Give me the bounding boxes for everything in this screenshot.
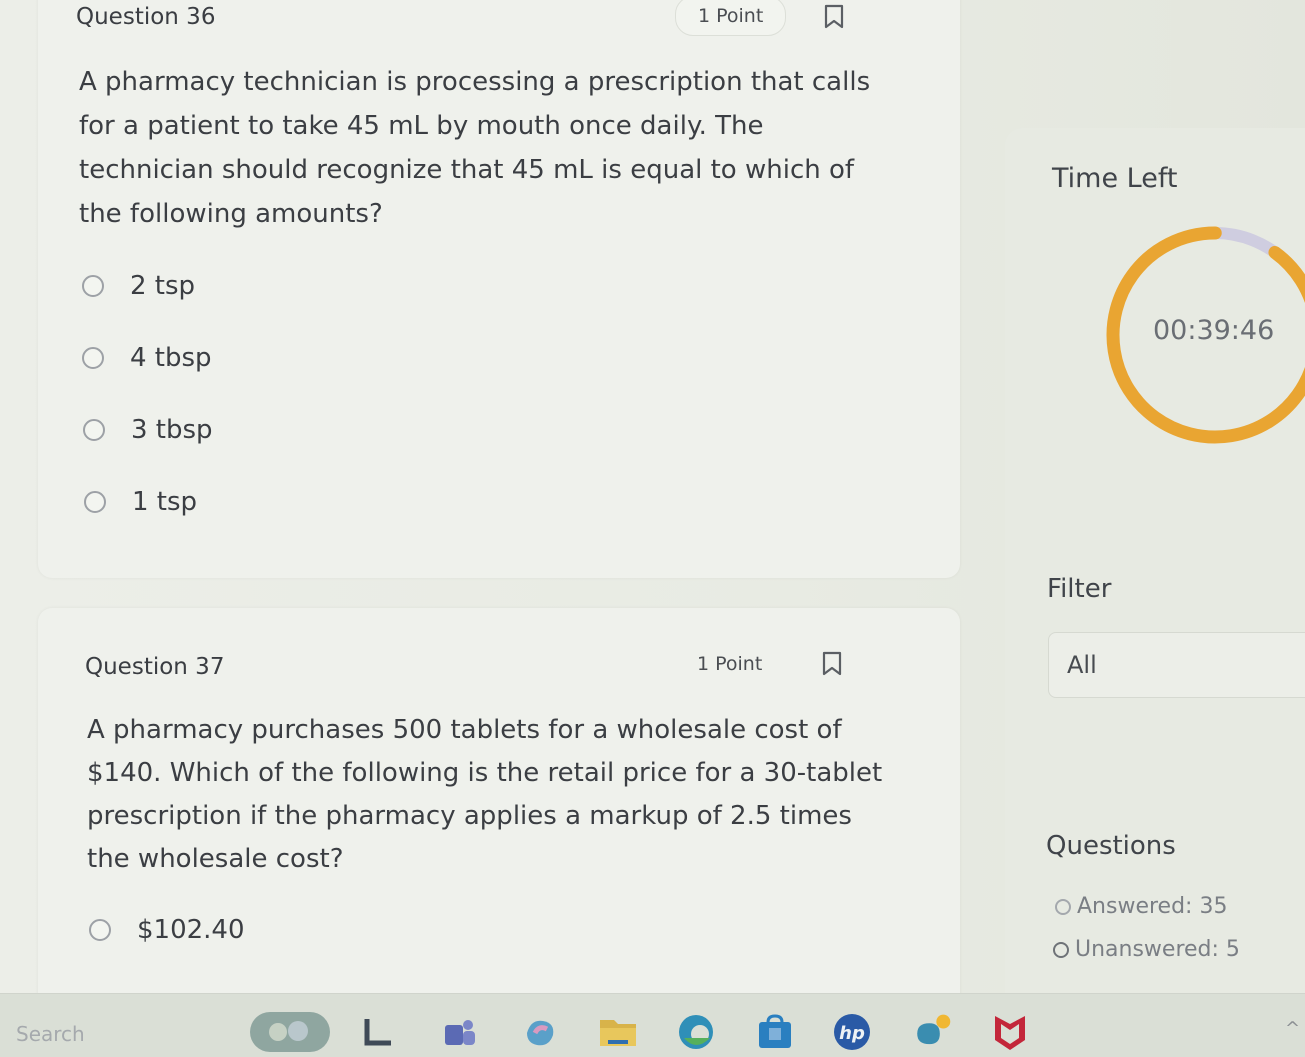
unanswered-legend: Unanswered: 5 xyxy=(1053,937,1240,962)
answered-legend: Answered: 35 xyxy=(1055,894,1227,919)
question-text: A pharmacy technician is processing a pr… xyxy=(79,60,870,236)
question-title: Question 36 xyxy=(76,4,216,30)
timer-value: 00:39:46 xyxy=(1153,315,1275,346)
time-left-label: Time Left xyxy=(1052,163,1178,194)
hp-icon[interactable]: hp xyxy=(832,1012,872,1052)
radio-button[interactable] xyxy=(82,347,104,369)
radio-button[interactable] xyxy=(82,275,104,297)
file-explorer-icon[interactable] xyxy=(598,1012,638,1052)
answer-option[interactable]: $102.40 xyxy=(89,915,245,945)
option-label: 3 tbsp xyxy=(131,415,213,445)
chevron-up-icon[interactable]: ^ xyxy=(1285,1018,1300,1039)
answered-count: Answered: 35 xyxy=(1077,894,1228,919)
answer-option[interactable]: 2 tsp xyxy=(82,271,195,301)
edge-icon[interactable] xyxy=(676,1012,716,1052)
answered-dot-icon xyxy=(1055,898,1071,915)
questions-label: Questions xyxy=(1046,831,1176,861)
teams-icon[interactable] xyxy=(440,1012,480,1052)
copilot-icon[interactable] xyxy=(520,1012,560,1052)
points-badge: 1 Point xyxy=(675,0,787,36)
app-icon[interactable] xyxy=(912,1012,952,1052)
files-icon[interactable] xyxy=(358,1012,398,1052)
question-text-line: for a patient to take 45 mL by mouth onc… xyxy=(79,111,764,141)
exam-page: Question 36 1 Point A pharmacy technicia… xyxy=(0,0,1305,1057)
taskbar-search[interactable]: Search xyxy=(16,1022,85,1046)
weather-icon[interactable] xyxy=(250,1012,330,1052)
answer-option[interactable]: 1 tsp xyxy=(84,487,197,517)
question-text-line: technician should recognize that 45 mL i… xyxy=(79,155,855,185)
store-icon[interactable] xyxy=(755,1012,795,1052)
radio-button[interactable] xyxy=(83,419,105,441)
question-text-line: A pharmacy technician is processing a pr… xyxy=(79,67,871,97)
answer-option[interactable]: 4 tbsp xyxy=(82,343,212,373)
taskbar xyxy=(0,993,1305,1057)
option-label: 4 tbsp xyxy=(130,343,212,373)
question-text-line: prescription if the pharmacy applies a m… xyxy=(87,801,852,831)
filter-value[interactable]: All xyxy=(1067,651,1097,679)
radio-button[interactable] xyxy=(89,919,111,941)
question-title: Question 37 xyxy=(85,654,225,680)
unanswered-dot-icon xyxy=(1053,941,1069,958)
question-text-line: A pharmacy purchases 500 tablets for a w… xyxy=(87,715,842,745)
answer-option[interactable]: 3 tbsp xyxy=(83,415,213,445)
option-label: 2 tsp xyxy=(130,271,196,301)
points-badge: 1 Point xyxy=(697,653,763,675)
option-label: 1 tsp xyxy=(132,487,198,517)
bookmark-icon[interactable] xyxy=(823,4,845,30)
question-text-line: the following amounts? xyxy=(79,199,383,229)
option-label: $102.40 xyxy=(137,915,245,945)
unanswered-count: Unanswered: 5 xyxy=(1075,937,1240,962)
mcafee-icon[interactable] xyxy=(990,1012,1030,1052)
svg-text:hp: hp xyxy=(839,1023,865,1044)
question-text-line: $140. Which of the following is the reta… xyxy=(87,758,883,788)
question-text: A pharmacy purchases 500 tablets for a w… xyxy=(87,709,882,881)
filter-label: Filter xyxy=(1047,574,1112,604)
radio-button[interactable] xyxy=(84,491,106,513)
question-text-line: the wholesale cost? xyxy=(87,844,344,874)
bookmark-icon[interactable] xyxy=(821,651,843,677)
